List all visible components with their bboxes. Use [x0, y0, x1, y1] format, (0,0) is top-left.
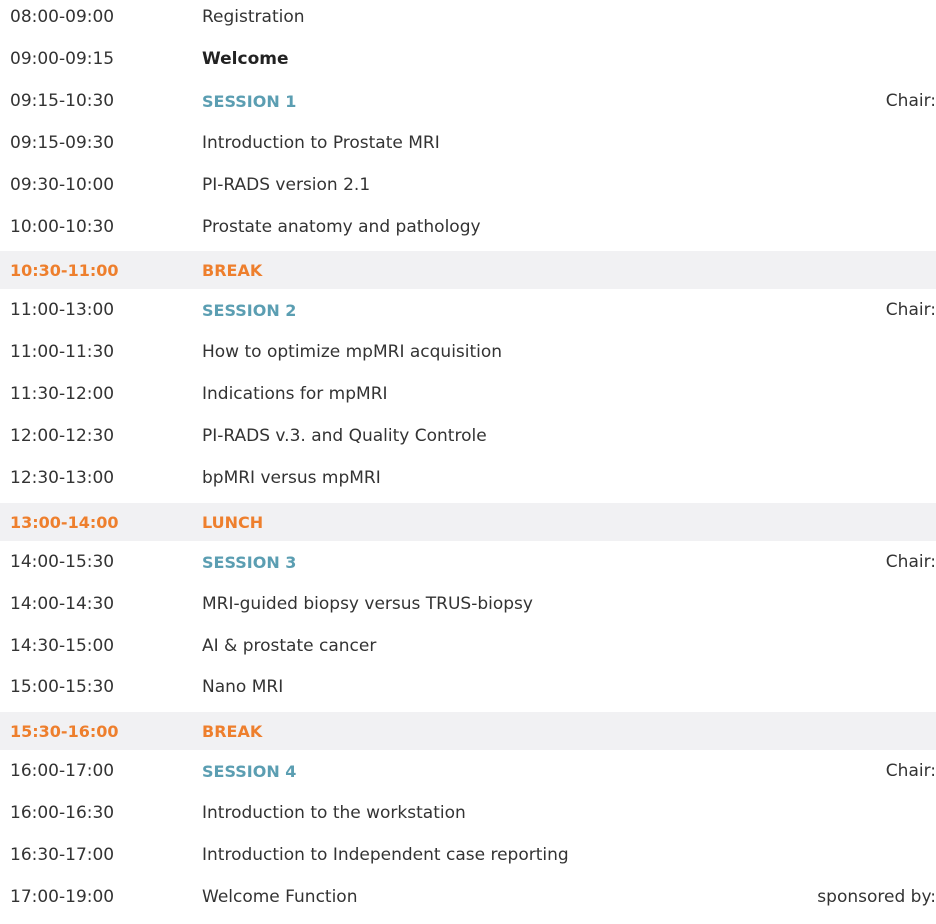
- chair-label: Chair:: [885, 90, 936, 111]
- session-title: SESSION 1: [202, 91, 297, 111]
- session-row: 11:00-13:00 SESSION 2 Chair:: [0, 291, 936, 330]
- agenda-title: Introduction to Prostate MRI: [202, 132, 440, 153]
- time-slot: 14:30-15:00: [10, 635, 115, 656]
- schedule-row: 17:00-19:00 Welcome Function sponsored by:: [0, 878, 936, 917]
- schedule-table: 08:00-09:00 Registration 09:00-09:15 Welcom…: [0, 0, 936, 924]
- session-row: 09:15-10:30 SESSION 1 Chair:: [0, 82, 936, 121]
- time-slot: 14:00-15:30: [10, 551, 115, 572]
- schedule-row: 11:30-12:00 Indications for mpMRI: [0, 375, 936, 414]
- time-slot: 09:00-09:15: [10, 48, 115, 69]
- agenda-title: How to optimize mpMRI acquisition: [202, 342, 503, 363]
- chair-label: Chair:: [885, 761, 936, 782]
- time-slot: 11:00-11:30: [10, 342, 115, 363]
- session-row: 16:00-17:00 SESSION 4 Chair:: [0, 752, 936, 791]
- schedule-row: 09:30-10:00 PI-RADS version 2.1: [0, 166, 936, 205]
- session-title: SESSION 2: [202, 301, 297, 321]
- agenda-title: PI-RADS v.3. and Quality Controle: [202, 426, 487, 446]
- time-slot: 12:30-13:00: [10, 467, 115, 488]
- time-slot: 08:00-09:00: [10, 7, 115, 27]
- time-slot: 15:00-15:30: [10, 677, 115, 698]
- schedule-row: 12:00-12:30 PI-RADS v.3. and Quality Cont…: [0, 417, 936, 456]
- agenda-title: Nano MRI: [202, 677, 284, 698]
- session-row: 14:00-15:30 SESSION 3 Chair:: [0, 543, 936, 582]
- sponsored-by-label: sponsored by:: [817, 886, 936, 907]
- agenda-title: Introduction to the workstation: [202, 803, 466, 824]
- schedule-row: 10:00-10:30 Prostate anatomy and patholog…: [0, 208, 936, 247]
- schedule-row: 14:00-14:30 MRI-guided biopsy versus TRUS…: [0, 585, 936, 624]
- time-slot: 16:30-17:00: [10, 845, 115, 865]
- time-slot: 15:30-16:00: [10, 722, 119, 742]
- agenda-title: Prostate anatomy and pathology: [202, 216, 481, 237]
- schedule-row: 16:00-16:30 Introduction to the workstati…: [0, 794, 936, 833]
- time-slot: 16:00-16:30: [10, 803, 115, 824]
- agenda-title: Registration: [202, 7, 305, 27]
- break-label: LUNCH: [202, 512, 264, 532]
- time-slot: 14:00-14:30: [10, 593, 115, 614]
- schedule-row: 14:30-15:00 AI & prostate cancer: [0, 627, 936, 666]
- schedule-row: 09:00-09:15 Welcome: [0, 40, 936, 79]
- time-slot: 11:00-13:00: [10, 300, 115, 321]
- time-slot: 09:15-10:30: [10, 90, 115, 111]
- agenda-title: bpMRI versus mpMRI: [202, 467, 381, 488]
- agenda-title: Indications for mpMRI: [202, 384, 388, 405]
- agenda-title: Introduction to Independent case reporti…: [202, 845, 569, 865]
- time-slot: 10:30-11:00: [10, 261, 119, 281]
- schedule-row: 11:00-11:30 How to optimize mpMRI acquisi…: [0, 333, 936, 372]
- time-slot: 16:00-17:00: [10, 761, 115, 782]
- schedule-row: 15:00-15:30 Nano MRI: [0, 668, 936, 707]
- session-title: SESSION 3: [202, 552, 297, 572]
- time-slot: 17:00-19:00: [10, 886, 115, 907]
- chair-label: Chair:: [885, 551, 936, 572]
- agenda-title: Welcome: [202, 48, 289, 69]
- time-slot: 12:00-12:30: [10, 426, 115, 446]
- break-row: 15:30-16:00 BREAK: [0, 712, 936, 751]
- schedule-row: 09:15-09:30 Introduction to Prostate MRI: [0, 124, 936, 163]
- time-slot: 09:15-09:30: [10, 132, 115, 153]
- break-label: BREAK: [202, 261, 263, 281]
- session-title: SESSION 4: [202, 762, 297, 782]
- agenda-title: PI-RADS version 2.1: [202, 174, 371, 195]
- break-label: BREAK: [202, 722, 263, 742]
- schedule-row: 12:30-13:00 bpMRI versus mpMRI: [0, 459, 936, 498]
- break-row: 13:00-14:00 LUNCH: [0, 502, 936, 541]
- schedule-row: 16:30-17:00 Introduction to Independent c…: [0, 836, 936, 875]
- chair-label: Chair:: [885, 300, 936, 321]
- agenda-title: AI & prostate cancer: [202, 635, 377, 656]
- agenda-title: Welcome Function: [202, 886, 358, 907]
- time-slot: 13:00-14:00: [10, 512, 119, 532]
- time-slot: 11:30-12:00: [10, 384, 115, 405]
- schedule-row: 08:00-09:00 Registration: [0, 0, 936, 37]
- agenda-title: MRI-guided biopsy versus TRUS-biopsy: [202, 593, 533, 614]
- time-slot: 09:30-10:00: [10, 174, 115, 195]
- break-row: 10:30-11:00 BREAK: [0, 251, 936, 290]
- time-slot: 10:00-10:30: [10, 216, 115, 237]
